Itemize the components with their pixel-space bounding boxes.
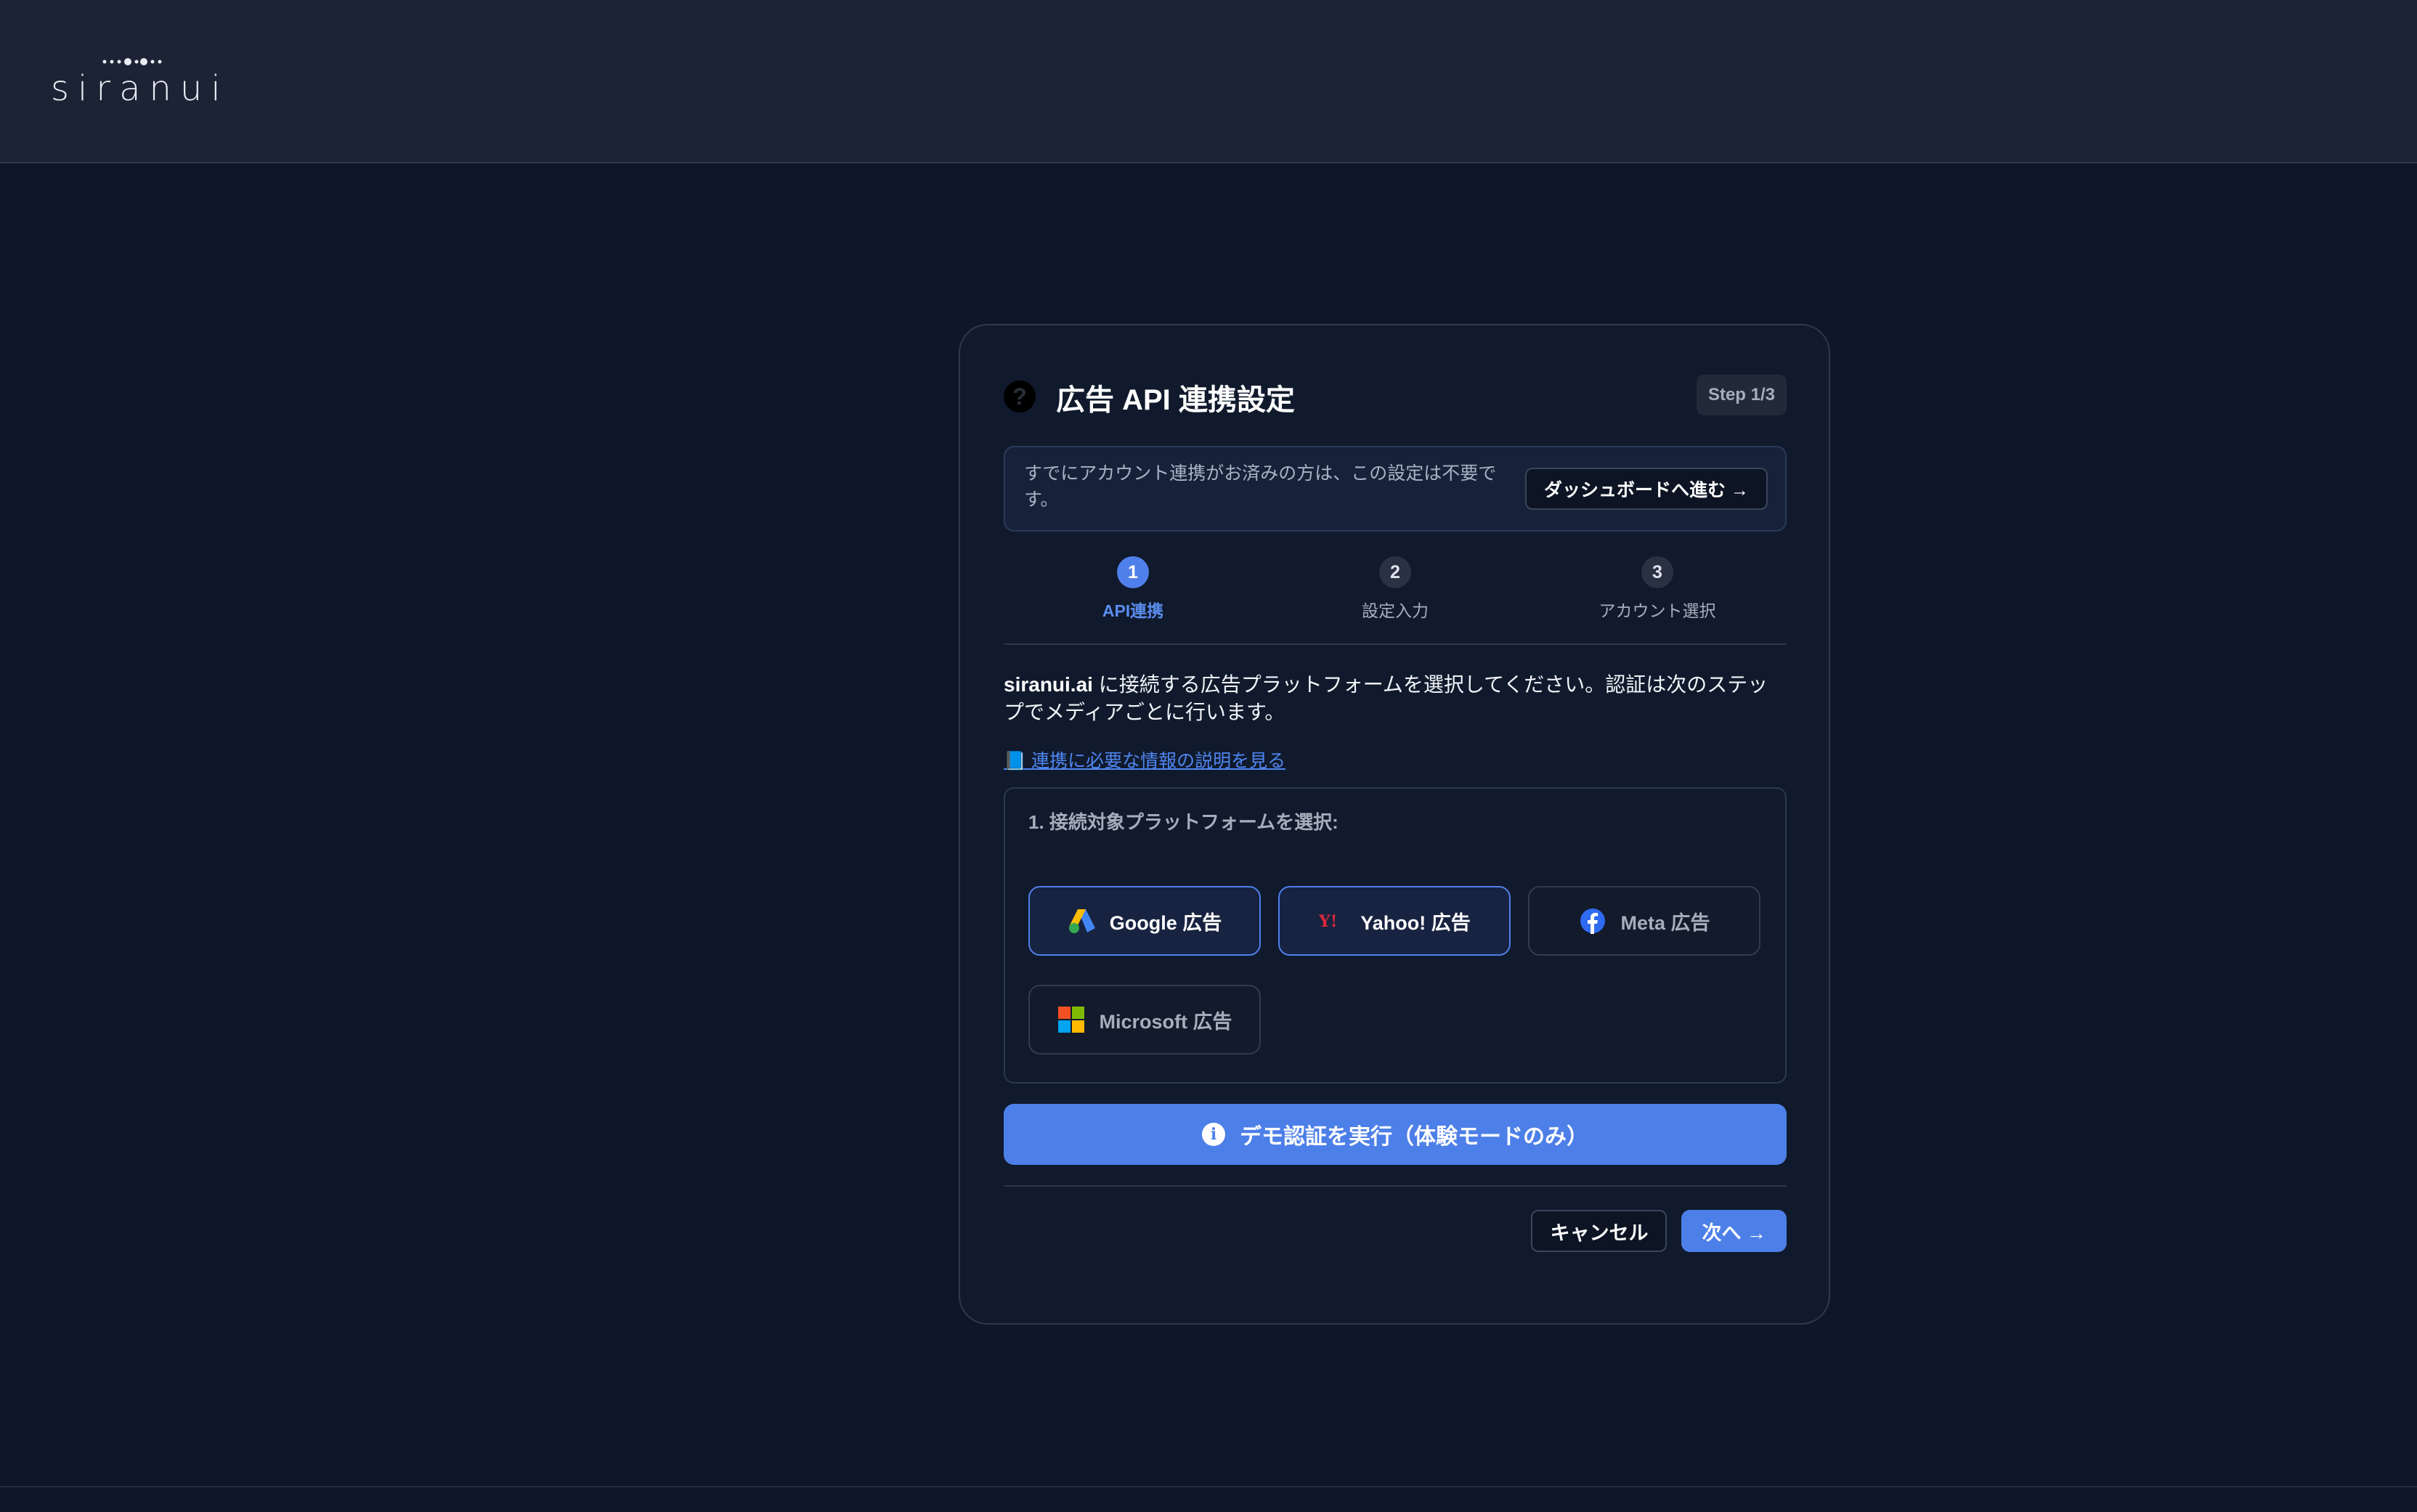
step-label: API連携 (1102, 601, 1164, 620)
step-settings: 2 設定入力 (1286, 556, 1504, 622)
footer-divider (0, 1486, 2417, 1487)
already-linked-notice: すでにアカウント連携がお済みの方は、この設定は不要です。 ダッシュボードへ進む … (1004, 446, 1787, 532)
cancel-button[interactable]: キャンセル (1531, 1210, 1667, 1252)
step-account-select: 3 アカウント選択 (1548, 556, 1766, 622)
platform-label: Microsoft 広告 (1099, 1010, 1232, 1033)
notice-text: すでにアカウント連携がお済みの方は、この設定は不要です。 (1024, 463, 1497, 510)
platform-microsoft-button[interactable]: Microsoft 広告 (1028, 985, 1261, 1054)
help-info-link[interactable]: 📘 連携に必要な情報の説明を見る (1004, 747, 1285, 773)
step-number: 2 (1379, 556, 1411, 588)
top-header: siranui (0, 0, 2417, 163)
microsoft-icon (1057, 1005, 1086, 1034)
step-number: 3 (1641, 556, 1673, 588)
dialog-title: 広告 API 連携設定 (1056, 384, 1295, 416)
platform-yahoo-button[interactable]: Y! Yahoo! 広告 (1278, 886, 1511, 956)
dialog-header: ? 広告 API 連携設定 Step 1/3 (1004, 375, 1787, 418)
stepper: 1 API連携 2 設定入力 3 アカウント選択 (1004, 556, 1787, 636)
step-label: アカウント選択 (1599, 601, 1716, 620)
divider (1004, 1185, 1787, 1187)
intro-brand: siranui.ai (1004, 673, 1093, 696)
api-setup-dialog: ? 広告 API 連携設定 Step 1/3 すでにアカウント連携がお済みの方は… (959, 324, 1830, 1325)
question-icon[interactable]: ? (1004, 381, 1036, 412)
step-label: 設定入力 (1362, 601, 1429, 620)
platform-label: Meta 広告 (1620, 911, 1710, 934)
info-icon: i (1202, 1123, 1225, 1146)
demo-auth-button[interactable]: i デモ認証を実行（体験モードのみ） (1004, 1104, 1787, 1165)
step-number: 1 (1117, 556, 1149, 588)
platform-heading: 1. 接続対象プラットフォームを選択: (1028, 811, 1339, 833)
intro-body: に接続する広告プラットフォームを選択してください。認証は次のステップでメディアご… (1004, 673, 1768, 723)
google-ads-icon (1068, 906, 1097, 935)
facebook-icon (1578, 906, 1607, 935)
logo-text: siranui (51, 68, 229, 109)
siranui-logo[interactable]: siranui (51, 57, 225, 109)
platform-meta-button[interactable]: Meta 広告 (1528, 886, 1760, 956)
platform-label: Yahoo! 広告 (1360, 911, 1471, 934)
intro-text: siranui.ai に接続する広告プラットフォームを選択してください。認証は次… (1004, 671, 1787, 726)
go-to-dashboard-button[interactable]: ダッシュボードへ進む → (1525, 468, 1768, 510)
platform-label: Google 広告 (1109, 911, 1222, 934)
next-button[interactable]: 次へ → (1681, 1210, 1787, 1252)
platform-selector: 1. 接続対象プラットフォームを選択: Google 広告 Y! Yahoo! … (1004, 787, 1787, 1084)
demo-auth-label: デモ認証を実行（体験モードのみ） (1240, 1125, 1588, 1149)
svg-text:Y!: Y! (1319, 912, 1337, 930)
logo-dots-icon (102, 58, 162, 65)
step-api-link: 1 API連携 (1024, 556, 1242, 622)
step-badge: Step 1/3 (1696, 375, 1787, 415)
divider (1004, 643, 1787, 645)
platform-google-button[interactable]: Google 広告 (1028, 886, 1261, 956)
yahoo-icon: Y! (1318, 906, 1347, 935)
dialog-footer: キャンセル 次へ → (1531, 1210, 1787, 1252)
